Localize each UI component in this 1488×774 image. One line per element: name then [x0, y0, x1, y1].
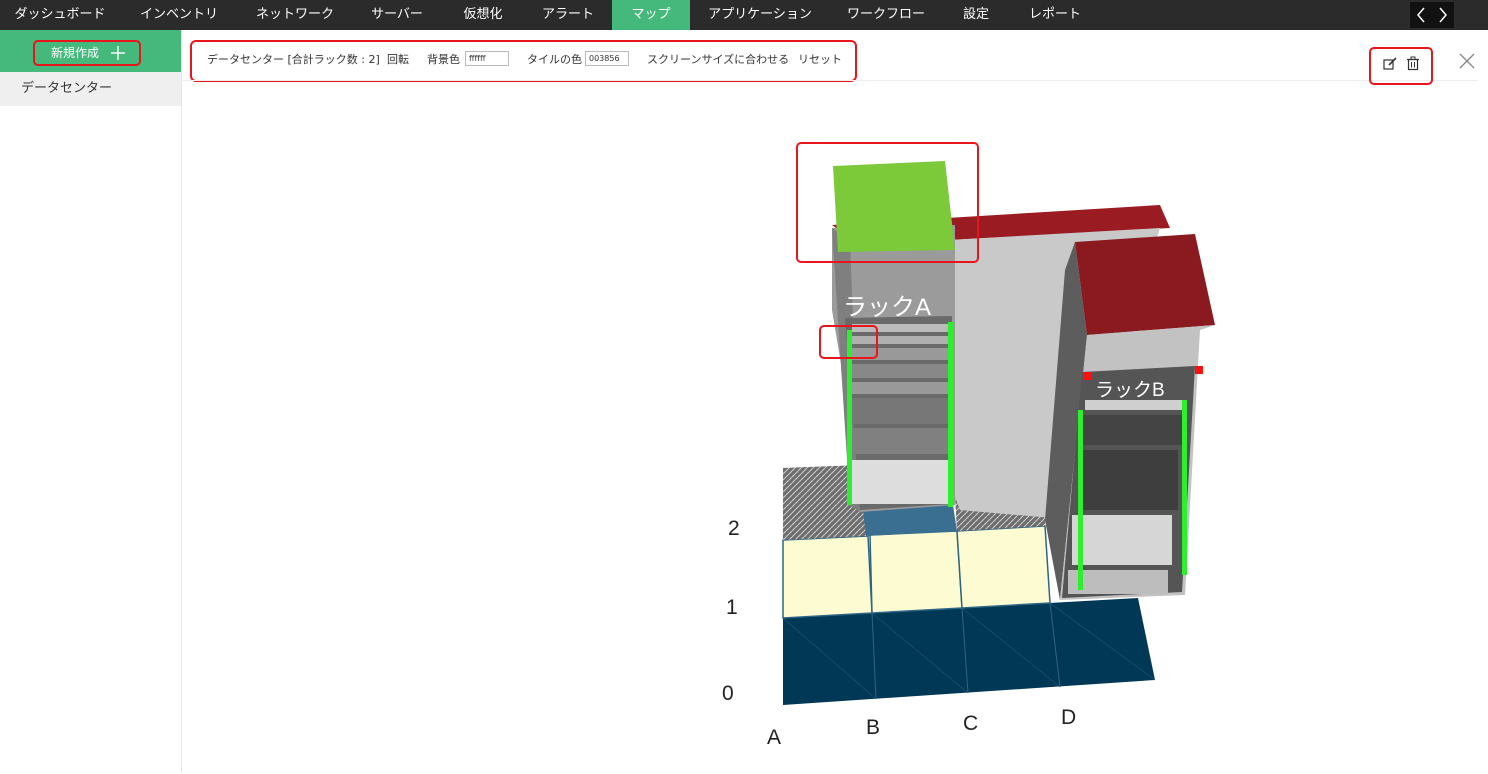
col-label-C: C: [963, 712, 979, 735]
reset-button[interactable]: リセット: [798, 52, 842, 68]
sidebar: 新規作成 データセンター: [0, 30, 182, 772]
tile-color-input[interactable]: 003856: [585, 51, 629, 66]
top-nav: ダッシュボード インベントリ ネットワーク サーバー 仮想化 アラート マップ …: [0, 0, 1488, 30]
floor-tile-1C[interactable]: [956, 525, 1051, 609]
bg-color-label: 背景色: [427, 53, 460, 66]
nav-item-alarm[interactable]: アラート: [524, 0, 612, 30]
highlight-device: [819, 325, 878, 359]
map-actions: [1369, 47, 1433, 85]
col-label-B: B: [866, 716, 881, 739]
new-bar: 新規作成: [0, 30, 181, 72]
trash-icon[interactable]: [1404, 55, 1422, 73]
nav-item-settings[interactable]: 設定: [942, 0, 1010, 30]
nav-scroll-arrows: [1410, 2, 1454, 28]
row-label-1: 1: [726, 596, 738, 619]
sidebar-item-datacenter[interactable]: データセンター: [0, 72, 181, 106]
row-label-0: 0: [722, 682, 734, 705]
col-label-A: A: [767, 726, 782, 749]
nav-item-workflow[interactable]: ワークフロー: [830, 0, 942, 30]
chevron-right-icon[interactable]: [1432, 2, 1454, 28]
new-create-button[interactable]: 新規作成: [33, 40, 141, 66]
floor-tile-1B[interactable]: [869, 530, 963, 614]
nav-item-server[interactable]: サーバー: [352, 0, 442, 30]
toolbar-divider: [181, 80, 1478, 81]
nav-item-report[interactable]: レポート: [1010, 0, 1100, 30]
rack-b-label: ラックB: [1095, 379, 1165, 401]
nav-item-virtualization[interactable]: 仮想化: [442, 0, 524, 30]
bg-color-input[interactable]: ffffff: [465, 51, 509, 66]
highlight-rack-status: [796, 142, 979, 263]
map-toolbar: データセンター [合計ラック数 : 2] 回転 背景色 ffffff タイルの色…: [190, 40, 857, 82]
rotate-button[interactable]: 回転: [387, 52, 409, 68]
rack-a-label: ラックA: [843, 294, 931, 321]
new-create-label: 新規作成: [51, 46, 100, 60]
row-label-2: 2: [728, 517, 740, 540]
nav-item-network[interactable]: ネットワーク: [238, 0, 352, 30]
nav-item-dashboard[interactable]: ダッシュボード: [0, 0, 120, 30]
toolbar-title: データセンター [合計ラック数 : 2]: [207, 53, 380, 66]
nav-item-map[interactable]: マップ: [612, 0, 690, 30]
edit-icon[interactable]: [1381, 55, 1399, 73]
col-label-D: D: [1061, 706, 1077, 729]
datacenter-3d-map[interactable]: ラックA ラックB 2 1 0 A B C D: [690, 130, 1250, 770]
close-icon[interactable]: [1457, 51, 1477, 71]
chevron-left-icon[interactable]: [1410, 2, 1432, 28]
rack-b-servers[interactable]: [1068, 400, 1185, 594]
floor-tile-1A[interactable]: [782, 535, 873, 619]
nav-item-application[interactable]: アプリケーション: [690, 0, 830, 30]
fit-screen-button[interactable]: スクリーンサイズに合わせる: [647, 52, 789, 68]
tile-color-label: タイルの色: [527, 53, 582, 66]
rack-b-top[interactable]: [1075, 234, 1215, 335]
plus-icon: [111, 42, 125, 70]
nav-item-inventory[interactable]: インベントリ: [120, 0, 238, 30]
